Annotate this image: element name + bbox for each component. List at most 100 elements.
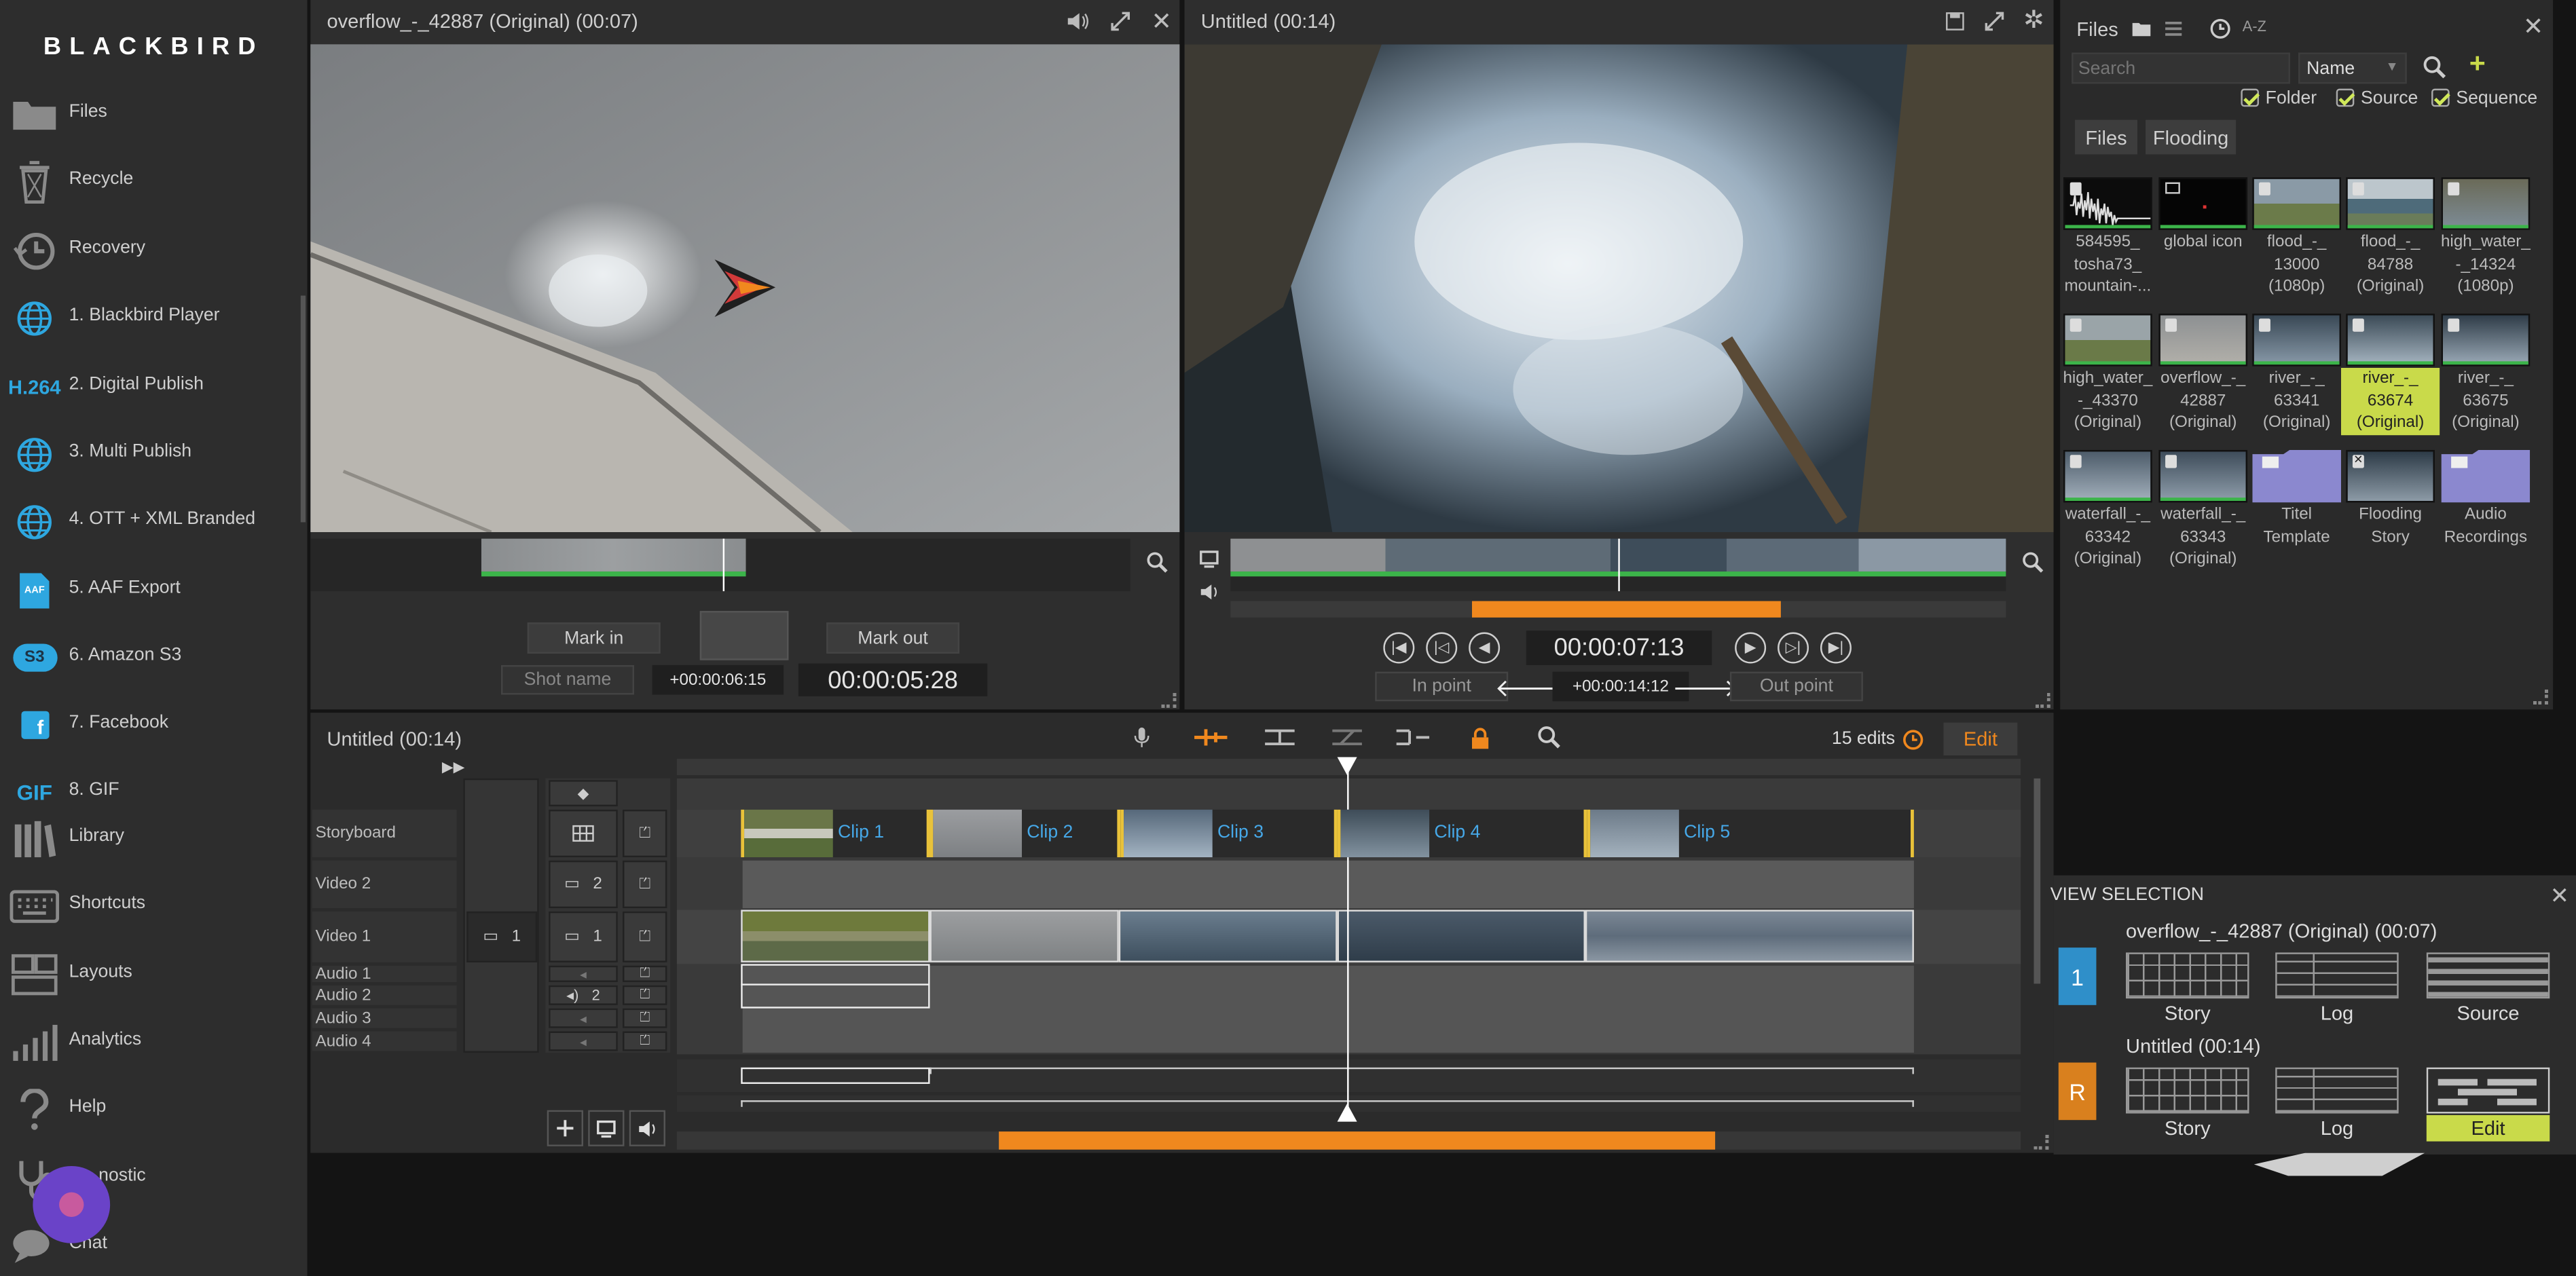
storyboard-lock-cell[interactable]: ◆ <box>549 780 618 807</box>
in-point-button[interactable]: In point <box>1375 671 1509 702</box>
storyboard-sync-button[interactable]: ⏍ <box>623 809 667 858</box>
sidebar-item-files[interactable]: Files <box>0 81 301 148</box>
tab-files[interactable]: Files <box>2075 119 2137 155</box>
folder-thumbnail[interactable] <box>2252 449 2341 503</box>
mark-in-button[interactable]: Mark in <box>527 622 661 654</box>
audio1-sync-button[interactable]: ⏍ <box>623 965 667 982</box>
file-item-label[interactable]: flood_-_ 84788 (Original) <box>2341 231 2440 298</box>
trim-tool-icon[interactable] <box>1264 726 1296 749</box>
zoom-icon[interactable] <box>1538 726 1561 749</box>
media-thumbnail[interactable] <box>2346 177 2435 230</box>
audio3-route-button[interactable]: ◂ <box>549 1008 618 1028</box>
source-playhead[interactable] <box>722 538 725 592</box>
sidebar-item-recycle[interactable]: Recycle <box>0 148 301 215</box>
save-icon[interactable] <box>1943 10 1966 33</box>
sidebar-item-2-digital-publish[interactable]: H.264 2. Digital Publish <box>0 353 301 420</box>
video1-clip[interactable] <box>1585 909 1914 962</box>
timeline-playhead-bottom-icon[interactable] <box>1337 1103 1357 1122</box>
storyboard-clip[interactable]: Clip 3 <box>1120 809 1338 858</box>
viewer-1-log-layout[interactable] <box>2275 952 2399 999</box>
monitor-icon[interactable] <box>1198 547 1221 570</box>
sidebar-item-1-blackbird-player[interactable]: 1. Blackbird Player <box>0 284 301 352</box>
filter-source-checkbox[interactable]: Source <box>2336 88 2418 109</box>
resize-grip-icon[interactable] <box>2035 693 2050 708</box>
media-thumbnail[interactable] <box>2252 177 2341 230</box>
file-item-label[interactable]: river_-_ 63675 (Original) <box>2436 368 2535 434</box>
sidebar-item-recovery[interactable]: Recovery <box>0 217 301 284</box>
sequence-thumbnail[interactable]: ✕ <box>2346 449 2435 503</box>
media-thumbnail[interactable] <box>2441 314 2531 367</box>
source-video-frame[interactable] <box>310 44 1180 532</box>
close-icon[interactable]: ✕ <box>2548 881 2571 907</box>
file-item-label[interactable]: global icon <box>2154 231 2252 254</box>
speaker-icon[interactable] <box>1198 580 1221 603</box>
play-button[interactable]: ▶ <box>1735 632 1767 664</box>
sidebar-item-help[interactable]: Help <box>0 1076 301 1143</box>
file-item-label[interactable]: waterfall_-_ 63342 (Original) <box>2059 504 2157 571</box>
microphone-icon[interactable] <box>1130 726 1154 749</box>
audio2-sync-button[interactable]: ⏍ <box>623 985 667 1005</box>
sidebar-item-4-ott-xml-branded[interactable]: 4. OTT + XML Branded <box>0 488 301 555</box>
history-icon[interactable] <box>1901 728 1924 751</box>
expand-tracks-icon[interactable]: ▶▶ <box>442 759 464 777</box>
edit-mode-button[interactable]: Edit <box>1943 722 2018 756</box>
file-item-label[interactable]: river_-_ 63341 (Original) <box>2247 368 2346 434</box>
split-tool-icon[interactable] <box>1395 726 1431 749</box>
audio1-route-button[interactable]: ◂ <box>549 965 618 982</box>
storyboard-clip[interactable]: Clip 1 <box>741 809 930 858</box>
add-track-button[interactable] <box>547 1110 583 1146</box>
media-thumbnail[interactable] <box>2063 314 2152 367</box>
track-header-audio-4[interactable]: Audio 4 <box>312 1031 457 1051</box>
chat-launcher-button[interactable] <box>33 1165 111 1243</box>
program-inout-range[interactable] <box>1471 601 1781 618</box>
program-inout-track[interactable] <box>1230 601 2006 618</box>
shot-name-field[interactable]: Shot name <box>500 664 634 695</box>
previous-edit-button[interactable]: |◁ <box>1426 632 1458 664</box>
file-item-label[interactable]: high_water_ -_14324 (1080p) <box>2436 231 2535 298</box>
file-item-label[interactable]: Titel Template <box>2247 504 2346 548</box>
viewer-r-log-layout[interactable] <box>2275 1067 2399 1114</box>
zoom-icon[interactable] <box>2021 550 2044 574</box>
filter-folder-checkbox[interactable]: Folder <box>2241 88 2317 109</box>
sidebar-scrollbar[interactable] <box>300 295 306 523</box>
track-header-audio-3[interactable]: Audio 3 <box>312 1008 457 1028</box>
add-icon[interactable]: + <box>2466 48 2489 79</box>
audio3-sync-button[interactable]: ⏍ <box>623 1008 667 1028</box>
slip-tool-icon[interactable] <box>1331 726 1363 749</box>
track-header-audio-1[interactable]: Audio 1 <box>312 965 457 983</box>
tab-flooding[interactable]: Flooding <box>2146 119 2237 155</box>
file-item-label[interactable]: high_water_ -_43370 (Original) <box>2059 368 2157 434</box>
close-icon[interactable]: ✕ <box>2522 13 2545 41</box>
audio4-sync-button[interactable]: ⏍ <box>623 1031 667 1051</box>
audio2-route-button[interactable]: ◂) 2 <box>549 985 618 1005</box>
source-scrubber[interactable] <box>310 538 1130 592</box>
video2-route-button[interactable]: ▭ 2 <box>549 860 618 909</box>
file-item-label[interactable]: Audio Recordings <box>2436 504 2535 548</box>
sidebar-item-5-aaf-export[interactable]: AAF 5. AAF Export <box>0 557 301 624</box>
aux-lane-clip[interactable] <box>741 1067 930 1084</box>
expand-icon[interactable] <box>1983 10 2006 33</box>
sidebar-item-library[interactable]: Library <box>0 805 301 872</box>
add-audio-track-button[interactable] <box>629 1110 665 1146</box>
filter-sequence-checkbox[interactable]: Sequence <box>2431 88 2537 109</box>
video1-clip[interactable] <box>1337 909 1585 962</box>
viewer-1-source-layout[interactable] <box>2426 952 2550 999</box>
program-playhead[interactable] <box>1618 538 1620 592</box>
settings-icon[interactable]: ✲ <box>2023 7 2046 35</box>
file-item-label[interactable]: waterfall_-_ 63343 (Original) <box>2154 504 2252 571</box>
close-icon[interactable]: ✕ <box>1150 8 1173 36</box>
arrow-left-icon[interactable]: 🡐 <box>1495 674 1561 702</box>
zoom-icon[interactable] <box>1145 550 1168 574</box>
sort-az-button[interactable]: A-Z <box>2243 18 2266 35</box>
storyboard-clip[interactable]: Clip 5 <box>1587 809 1914 858</box>
media-thumbnail[interactable] <box>2158 177 2248 230</box>
recent-clock-icon[interactable] <box>2208 16 2231 39</box>
file-item-label[interactable]: flood_-_ 13000 (1080p) <box>2247 231 2346 298</box>
track-header-audio-2[interactable]: Audio 2 <box>312 985 457 1005</box>
program-offset-field[interactable]: +00:00:14:12 <box>1552 671 1689 702</box>
storyboard-clip[interactable]: Clip 2 <box>930 809 1121 858</box>
viewer-1-story-layout[interactable] <box>2126 952 2249 999</box>
track-header-storyboard[interactable]: Storyboard <box>312 809 457 858</box>
program-timecode[interactable]: 00:00:07:13 <box>1526 631 1712 665</box>
file-item-label[interactable]: Flooding Story <box>2341 504 2440 548</box>
